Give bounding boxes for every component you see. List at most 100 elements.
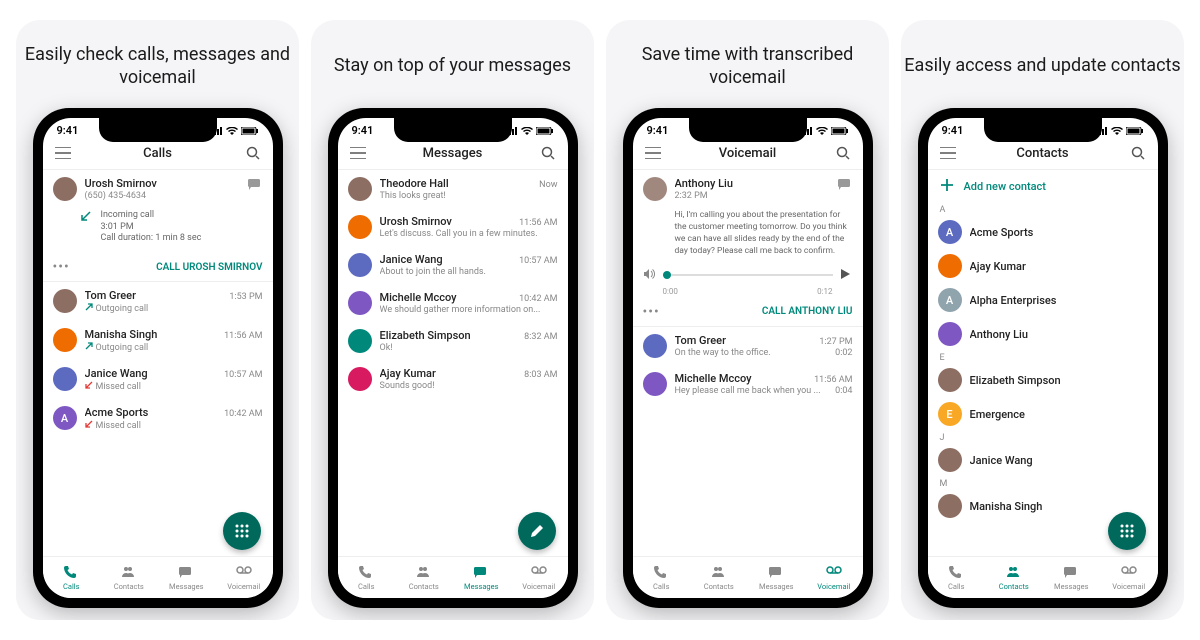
screen-title: Calls: [143, 146, 172, 161]
message-row[interactable]: Theodore Hall Now This looks great!: [338, 170, 568, 208]
call-direction-icon: [85, 420, 93, 428]
call-action-button[interactable]: CALL ANTHONY LIU: [762, 306, 853, 317]
message-name: Theodore Hall: [380, 177, 449, 190]
app-header: Messages: [338, 139, 568, 170]
call-sub: Missed call: [85, 381, 263, 392]
menu-icon[interactable]: [645, 145, 661, 161]
avatar: [938, 254, 962, 278]
avatar: [53, 328, 77, 352]
message-row[interactable]: Elizabeth Simpson8:32 AM Ok!: [338, 322, 568, 360]
contact-row[interactable]: A Alpha Enterprises: [928, 283, 1158, 317]
vm-preview: Hey please call me back when you ...: [675, 386, 821, 396]
message-row[interactable]: Janice Wang10:57 AM About to join the al…: [338, 246, 568, 284]
nav-contacts[interactable]: Contacts: [395, 557, 453, 598]
call-time: 11:56 AM: [224, 331, 262, 341]
call-time: 1:53 PM: [229, 292, 262, 302]
card-title: Save time with transcribed voicemail: [606, 42, 889, 90]
nav-messages[interactable]: Messages: [453, 557, 511, 598]
play-icon[interactable]: [839, 268, 853, 283]
vm-duration: 0:02: [835, 348, 852, 358]
card-title: Easily access and update contacts: [904, 42, 1180, 90]
call-detail: Incoming call 3:01 PM Call duration: 1 m…: [43, 208, 273, 255]
contact-row[interactable]: Janice Wang: [928, 443, 1158, 477]
nav-voicemail[interactable]: Voicemail: [215, 557, 273, 598]
nav-calls[interactable]: Calls: [633, 557, 691, 598]
nav-contacts[interactable]: Contacts: [690, 557, 748, 598]
menu-icon[interactable]: [940, 145, 956, 161]
add-contact-button[interactable]: Add new contact: [928, 170, 1158, 203]
voicemail-row[interactable]: Tom Greer1:27 PM On the way to the offic…: [633, 327, 863, 365]
message-preview: This looks great!: [380, 191, 558, 201]
section-letter: M: [928, 477, 1158, 489]
messages-icon: [178, 565, 194, 581]
nav-messages[interactable]: Messages: [158, 557, 216, 598]
call-direction-icon: [85, 381, 93, 389]
message-preview: Let's discuss. Call you in a few minutes…: [380, 229, 558, 239]
contact-row[interactable]: Anthony Liu: [928, 317, 1158, 351]
menu-icon[interactable]: [350, 145, 366, 161]
message-row[interactable]: Michelle Mccoy10:42 AM We should gather …: [338, 284, 568, 322]
call-action-button[interactable]: CALL UROSH SMIRNOV: [156, 262, 262, 273]
more-icon[interactable]: •••: [643, 304, 660, 320]
status-time: 9:41: [57, 124, 79, 137]
message-time: Now: [539, 180, 557, 190]
message-row[interactable]: Urosh Smirnov11:56 AM Let's discuss. Cal…: [338, 208, 568, 246]
nav-calls[interactable]: Calls: [338, 557, 396, 598]
search-icon[interactable]: [1130, 145, 1146, 161]
nav-contacts[interactable]: Contacts: [100, 557, 158, 598]
showcase-card-voicemail: Save time with transcribed voicemail 9:4…: [606, 20, 889, 620]
speaker-icon[interactable]: [643, 268, 657, 283]
vm-preview: On the way to the office.: [675, 348, 771, 358]
nav-voicemail[interactable]: Voicemail: [805, 557, 863, 598]
avatar: [348, 329, 372, 353]
search-icon[interactable]: [540, 145, 556, 161]
compose-fab[interactable]: [518, 512, 556, 550]
vm-position: 0:00: [663, 287, 678, 296]
contact-row[interactable]: A Acme Sports: [928, 215, 1158, 249]
call-selected[interactable]: Urosh Smirnov (650) 435-4634: [43, 170, 273, 208]
vm-duration: 0:12: [817, 287, 832, 296]
nav-messages[interactable]: Messages: [748, 557, 806, 598]
call-row[interactable]: Manisha Singh11:56 AM Outgoing call: [43, 321, 273, 360]
menu-icon[interactable]: [55, 145, 71, 161]
dialpad-fab[interactable]: [1108, 512, 1146, 550]
phone-icon: [63, 565, 79, 581]
message-icon[interactable]: [837, 177, 853, 193]
search-icon[interactable]: [835, 145, 851, 161]
voicemail-row[interactable]: Michelle Mccoy11:56 AM Hey please call m…: [633, 365, 863, 403]
call-time: 3:01 PM: [101, 222, 202, 234]
nav-calls[interactable]: Calls: [43, 557, 101, 598]
avatar: [53, 367, 77, 391]
status-time: 9:41: [352, 124, 374, 137]
message-icon[interactable]: [247, 177, 263, 193]
nav-messages[interactable]: Messages: [1043, 557, 1101, 598]
nav-voicemail[interactable]: Voicemail: [510, 557, 568, 598]
call-time: 10:42 AM: [224, 409, 262, 419]
avatar: [348, 177, 372, 201]
status-icons: [211, 127, 259, 135]
search-icon[interactable]: [245, 145, 261, 161]
contact-row[interactable]: E Emergence: [928, 397, 1158, 431]
vm-track[interactable]: [663, 274, 833, 276]
message-row[interactable]: Ajay Kumar8:03 AM Sounds good!: [338, 360, 568, 398]
avatar-letter: A: [938, 220, 962, 244]
call-row[interactable]: A Acme Sports10:42 AM Missed call: [43, 399, 273, 438]
voicemail-selected[interactable]: Anthony Liu 2:32 PM: [633, 170, 863, 208]
avatar: [348, 367, 372, 391]
call-row[interactable]: Tom Greer1:53 PM Outgoing call: [43, 282, 273, 321]
bottom-nav: Calls Contacts Messages Voicemail: [338, 556, 568, 598]
message-preview: We should gather more information on...: [380, 305, 558, 315]
call-row[interactable]: Janice Wang10:57 AM Missed call: [43, 360, 273, 399]
dialpad-fab[interactable]: [223, 512, 261, 550]
call-time: 10:57 AM: [224, 370, 262, 380]
nav-calls[interactable]: Calls: [928, 557, 986, 598]
contact-row[interactable]: Ajay Kumar: [928, 249, 1158, 283]
nav-voicemail[interactable]: Voicemail: [1100, 557, 1158, 598]
vm-player[interactable]: [633, 264, 863, 287]
contact-row[interactable]: Elizabeth Simpson: [928, 363, 1158, 397]
more-icon[interactable]: •••: [53, 259, 70, 275]
nav-contacts[interactable]: Contacts: [985, 557, 1043, 598]
message-preview: Sounds good!: [380, 381, 558, 391]
vm-duration: 0:04: [835, 386, 852, 396]
avatar: [348, 253, 372, 277]
